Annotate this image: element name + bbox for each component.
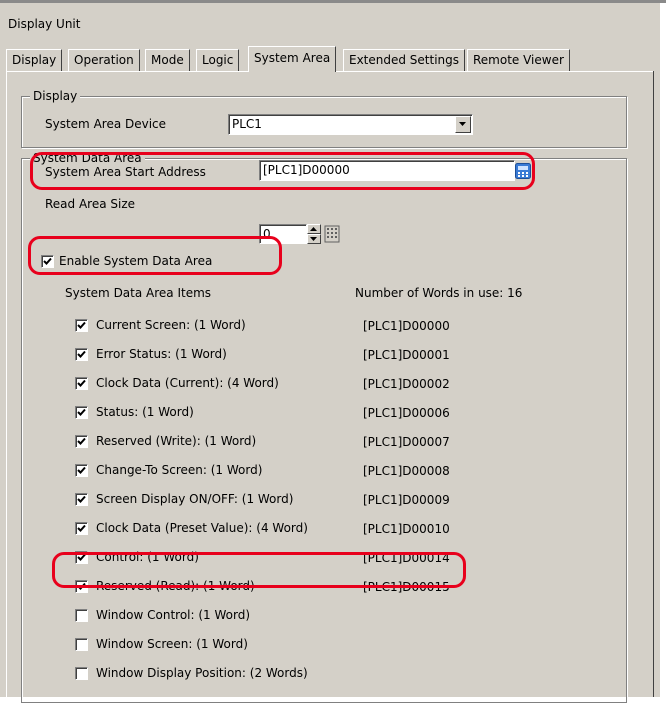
system-data-area-title: System Data Area [30, 151, 145, 165]
keypad-icon[interactable] [324, 225, 340, 243]
item-checkbox[interactable] [75, 406, 88, 419]
tab-display[interactable]: Display [6, 49, 63, 71]
item-checkbox[interactable] [75, 609, 88, 622]
item-address: [PLC1]D00001 [363, 348, 450, 362]
tab-remote-viewer[interactable]: Remote Viewer [467, 49, 570, 71]
checkmark-icon [77, 321, 86, 329]
checkmark-icon [77, 582, 86, 590]
display-group-title: Display [30, 89, 81, 103]
enable-system-data-area-checkbox[interactable] [41, 255, 54, 268]
item-label[interactable]: Reserved (Read): (1 Word) [96, 579, 255, 593]
dropdown-button[interactable] [455, 116, 471, 133]
tab-operation[interactable]: Operation [68, 49, 140, 71]
words-in-use: Number of Words in use: 16 [355, 286, 523, 300]
item-address: [PLC1]D00009 [363, 493, 450, 507]
item-address: [PLC1]D00008 [363, 464, 450, 478]
item-label[interactable]: Window Screen: (1 Word) [96, 637, 248, 651]
system-area-device-label: System Area Device [45, 117, 167, 131]
read-area-size-value: 0 [263, 227, 271, 241]
item-checkbox[interactable] [75, 667, 88, 680]
item-label[interactable]: Window Display Position: (2 Words) [96, 666, 308, 680]
item-address: [PLC1]D00010 [363, 522, 450, 536]
item-checkbox[interactable] [75, 348, 88, 361]
checkmark-icon [77, 437, 86, 445]
spin-up-icon[interactable] [307, 224, 321, 234]
item-label[interactable]: Screen Display ON/OFF: (1 Word) [96, 492, 293, 506]
spin-down-icon[interactable] [307, 234, 321, 244]
tab-logic[interactable]: Logic [196, 49, 240, 71]
read-area-size-label: Read Area Size [45, 197, 136, 211]
item-address: [PLC1]D00000 [363, 319, 450, 333]
item-label[interactable]: Control: (1 Word) [96, 550, 199, 564]
start-address-input[interactable]: [PLC1]D00000 [259, 160, 515, 181]
checkmark-icon [77, 524, 86, 532]
item-checkbox[interactable] [75, 464, 88, 477]
tab-mode[interactable]: Mode [145, 49, 190, 71]
item-checkbox[interactable] [75, 638, 88, 651]
item-checkbox[interactable] [75, 435, 88, 448]
tab-system-area[interactable]: System Area [248, 46, 337, 72]
item-checkbox[interactable] [75, 551, 88, 564]
dropdown-arrow-icon [459, 122, 466, 126]
system-area-device-select[interactable]: PLC1 [228, 114, 473, 135]
item-checkbox[interactable] [75, 319, 88, 332]
item-checkbox[interactable] [75, 377, 88, 390]
items-header: System Data Area Items [65, 286, 212, 300]
checkmark-icon [77, 350, 86, 358]
item-label[interactable]: Status: (1 Word) [96, 405, 194, 419]
item-label[interactable]: Current Screen: (1 Word) [96, 318, 246, 332]
checkmark-icon [43, 257, 52, 265]
read-area-size-input[interactable]: 0 [259, 224, 307, 244]
right-margin [660, 3, 666, 697]
item-label[interactable]: Clock Data (Current): (4 Word) [96, 376, 279, 390]
item-label[interactable]: Error Status: (1 Word) [96, 347, 227, 361]
read-area-size-spinner[interactable] [307, 224, 321, 244]
tab-panel-left [6, 71, 7, 697]
item-label[interactable]: Window Control: (1 Word) [96, 608, 250, 622]
item-label[interactable]: Clock Data (Preset Value): (4 Word) [96, 521, 308, 535]
enable-system-data-area-label[interactable]: Enable System Data Area [59, 254, 212, 268]
item-address: [PLC1]D00006 [363, 406, 450, 420]
checkmark-icon [77, 379, 86, 387]
address-picker-icon[interactable] [515, 163, 531, 179]
start-address-label: System Area Start Address [45, 165, 206, 179]
item-checkbox[interactable] [75, 493, 88, 506]
tab-extended-settings[interactable]: Extended Settings [343, 49, 466, 71]
checkmark-icon [77, 466, 86, 474]
window-title: Display Unit [8, 17, 81, 31]
item-address: [PLC1]D00002 [363, 377, 450, 391]
item-address: [PLC1]D00015 [363, 580, 450, 594]
item-checkbox[interactable] [75, 522, 88, 535]
checkmark-icon [77, 408, 86, 416]
system-area-device-value: PLC1 [232, 117, 262, 131]
item-address: [PLC1]D00014 [363, 551, 450, 565]
item-label[interactable]: Change-To Screen: (1 Word) [96, 463, 262, 477]
checkmark-icon [77, 553, 86, 561]
item-address: [PLC1]D00007 [363, 435, 450, 449]
tab-panel-right [653, 71, 654, 697]
checkmark-icon [77, 495, 86, 503]
item-label[interactable]: Reserved (Write): (1 Word) [96, 434, 256, 448]
item-checkbox[interactable] [75, 580, 88, 593]
start-address-value: [PLC1]D00000 [263, 163, 350, 177]
